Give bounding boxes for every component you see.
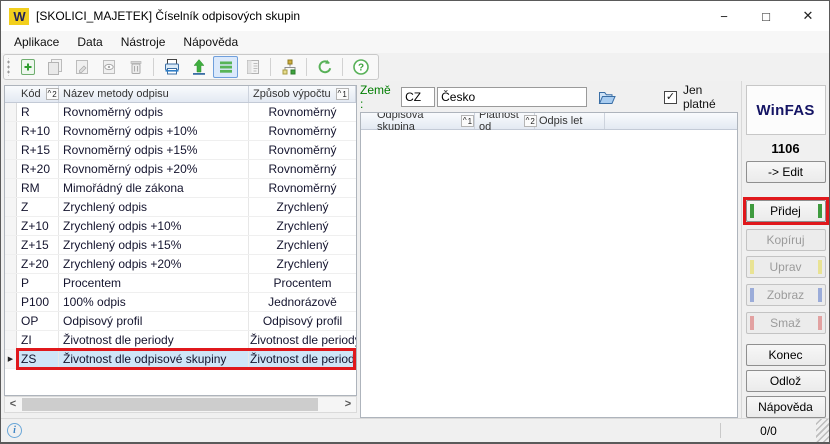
refresh-icon[interactable] [312, 56, 337, 78]
odloz-button[interactable]: Odlož [746, 370, 826, 392]
menu-bar: Aplikace Data Nástroje Nápověda [1, 31, 829, 53]
table-row-selected[interactable]: ▶ ZS Životnost dle odpisové skupiny Živo… [5, 350, 356, 369]
country-code-input[interactable] [401, 87, 435, 107]
scroll-left-arrow[interactable]: < [5, 397, 21, 412]
horizontal-scrollbar[interactable]: < > [4, 396, 357, 413]
open-folder-icon[interactable] [596, 87, 618, 107]
maximize-button[interactable]: □ [745, 1, 787, 31]
window-title: [SKOLICI_MAJETEK] Číselník odpisových sk… [36, 9, 300, 23]
table-row[interactable]: Z+10Zrychlený odpis +10%Zrychlený [5, 217, 356, 236]
svg-text:?: ? [357, 63, 363, 74]
print-icon[interactable] [159, 56, 184, 78]
scrollbar-thumb[interactable] [22, 398, 318, 411]
sort-badge: 2 [46, 88, 59, 100]
scroll-right-arrow[interactable]: > [340, 397, 356, 412]
list-view-icon[interactable] [213, 56, 238, 78]
table-row[interactable]: Z+15Zrychlený odpis +15%Zrychlený [5, 236, 356, 255]
table-row[interactable]: RMMimořádný dle zákonaRovnoměrný [5, 179, 356, 198]
edit-button[interactable]: -> Edit [746, 161, 826, 183]
resize-grip[interactable] [816, 419, 829, 442]
country-label: Země : [360, 83, 397, 111]
menu-aplikace[interactable]: Aplikace [5, 33, 68, 51]
napoveda-button[interactable]: Nápověda [746, 396, 826, 418]
winfas-logo: WinFAS [746, 85, 826, 135]
table-row[interactable]: R+20Rovnoměrný odpis +20%Rovnoměrný [5, 160, 356, 179]
menu-data[interactable]: Data [68, 33, 111, 51]
zobraz-button: Zobraz [746, 284, 826, 306]
methods-table: Kód 2 Název metody odpisu Způsob výpočtu… [4, 85, 357, 396]
only-valid-filter[interactable]: ✓ Jen platné [664, 83, 738, 111]
highlight-annotation: Přidej [743, 197, 829, 225]
groups-table-body-empty [361, 130, 737, 417]
info-icon: i [7, 423, 22, 438]
help-icon[interactable]: ? [348, 56, 373, 78]
status-bar: i 0/0 [1, 418, 829, 442]
add-icon[interactable] [15, 56, 40, 78]
column-header-zpusob[interactable]: Způsob výpočtu 1 [249, 86, 356, 102]
app-icon: W [9, 8, 29, 25]
export-icon[interactable] [186, 56, 211, 78]
table-row[interactable]: R+10Rovnoměrný odpis +10%Rovnoměrný [5, 122, 356, 141]
sort-badge: 1 [336, 88, 349, 100]
kopiruj-button: Kopíruj [746, 229, 826, 251]
groups-table-header: Odpisová skupina 1 Platnost od 2 Odpis l… [361, 113, 737, 130]
column-header-odpisova-skupina[interactable]: Odpisová skupina 1 [373, 113, 475, 129]
table-row[interactable]: R+15Rovnoměrný odpis +15%Rovnoměrný [5, 141, 356, 160]
task-number: 1106 [771, 141, 799, 157]
table-row[interactable]: ZIŽivotnost dle periodyŽivotnost dle per… [5, 331, 356, 350]
methods-panel: Kód 2 Název metody odpisu Způsob výpočtu… [4, 81, 357, 418]
toolbar: ? [1, 53, 829, 81]
menu-nastroje[interactable]: Nástroje [112, 33, 175, 51]
table-row[interactable]: Z+20Zrychlený odpis +20%Zrychlený [5, 255, 356, 274]
konec-button[interactable]: Konec [746, 344, 826, 366]
tree-view-icon[interactable] [276, 56, 301, 78]
report-icon [240, 56, 265, 78]
record-counter: 0/0 [721, 424, 816, 438]
column-header-kod[interactable]: Kód 2 [17, 86, 59, 102]
smaz-button: Smaž [746, 312, 826, 334]
column-header-nazev[interactable]: Název metody odpisu [59, 86, 249, 102]
table-row[interactable]: ZZrychlený odpisZrychlený [5, 198, 356, 217]
methods-table-header: Kód 2 Název metody odpisu Způsob výpočtu… [5, 86, 356, 103]
menu-napoveda[interactable]: Nápověda [174, 33, 247, 51]
main-area: Kód 2 Název metody odpisu Způsob výpočtu… [1, 81, 829, 418]
sort-badge: 1 [461, 115, 474, 127]
app-window: W [SKOLICI_MAJETEK] Číselník odpisových … [0, 0, 830, 444]
minimize-button[interactable]: − [703, 1, 745, 31]
copy-icon [42, 56, 67, 78]
uprav-button: Uprav [746, 256, 826, 278]
column-header-odpis-let[interactable]: Odpis let [535, 113, 605, 129]
title-bar: W [SKOLICI_MAJETEK] Číselník odpisových … [1, 1, 829, 31]
row-marker: ▶ [5, 350, 17, 368]
preview-icon [96, 56, 121, 78]
table-row[interactable]: PProcentemProcentem [5, 274, 356, 293]
column-header-platnost-od[interactable]: Platnost od 2 [475, 113, 535, 129]
checkbox-checked[interactable]: ✓ [664, 91, 677, 104]
action-buttons-panel: WinFAS 1106 -> Edit Přidej Kopíruj Uprav… [741, 81, 829, 418]
table-row[interactable]: RRovnoměrný odpisRovnoměrný [5, 103, 356, 122]
groups-table: Odpisová skupina 1 Platnost od 2 Odpis l… [360, 112, 738, 418]
edit-icon [69, 56, 94, 78]
table-row[interactable]: OPOdpisový profilOdpisový profil [5, 312, 356, 331]
close-button[interactable]: ✕ [787, 1, 829, 31]
delete-icon [123, 56, 148, 78]
country-name-input[interactable] [437, 87, 587, 107]
checkbox-label: Jen platné [683, 83, 738, 111]
groups-panel: Země : ✓ Jen platné Odpisová skupina 1 [360, 81, 738, 418]
pridej-button[interactable]: Přidej [746, 200, 826, 222]
table-row[interactable]: P100100% odpisJednorázově [5, 293, 356, 312]
toolbar-grip[interactable] [6, 58, 11, 76]
